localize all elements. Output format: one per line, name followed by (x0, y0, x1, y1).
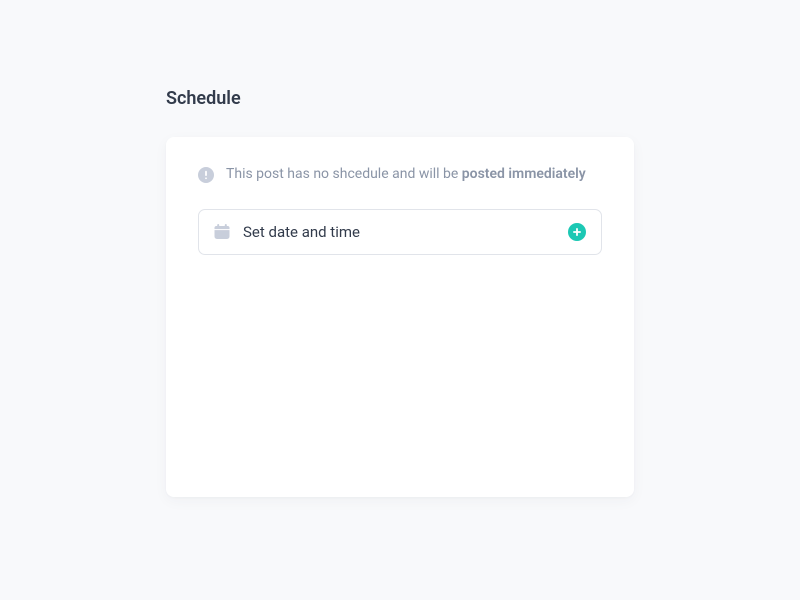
calendar-icon (213, 223, 231, 241)
info-icon (198, 167, 214, 183)
schedule-button-left: Set date and time (213, 223, 360, 241)
info-text-prefix: This post has no shcedule and will be (226, 166, 462, 182)
page-title: Schedule (166, 88, 634, 109)
schedule-card: This post has no shcedule and will be po… (166, 137, 634, 497)
info-text: This post has no shcedule and will be po… (226, 165, 586, 185)
info-row: This post has no shcedule and will be po… (198, 165, 602, 185)
set-date-time-button[interactable]: Set date and time (198, 209, 602, 255)
add-icon (567, 222, 587, 242)
set-date-time-label: Set date and time (243, 223, 360, 241)
info-text-bold: posted immediately (462, 166, 586, 182)
